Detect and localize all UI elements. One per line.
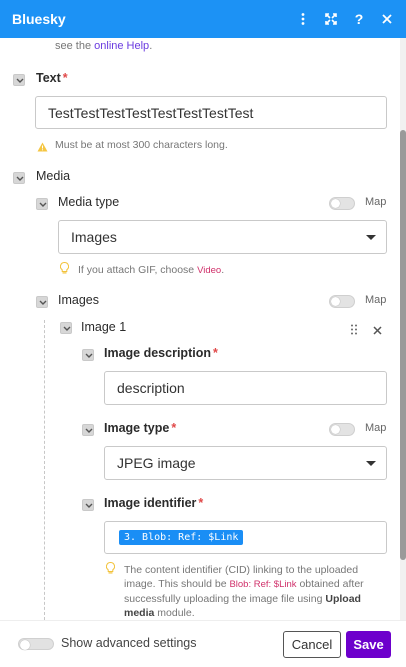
help-prefix: see the bbox=[55, 40, 95, 52]
image-identifier-label: Image identifier * bbox=[104, 496, 203, 510]
title-bar: Bluesky ? bbox=[0, 0, 406, 38]
online-help-link[interactable]: online Help bbox=[94, 40, 149, 52]
images-collapse-toggle[interactable] bbox=[36, 296, 48, 308]
help-text: see the online Help. bbox=[55, 40, 152, 52]
image-identifier-collapse-toggle[interactable] bbox=[82, 499, 94, 511]
image-identifier-label-text: Image identifier bbox=[104, 496, 197, 510]
image-type-collapse-toggle[interactable] bbox=[82, 424, 94, 436]
image-type-value: JPEG image bbox=[117, 455, 196, 471]
image-identifier-note: The content identifier (CID) linking to … bbox=[124, 563, 386, 620]
image-type-label-text: Image type bbox=[104, 421, 170, 435]
images-map-toggle[interactable] bbox=[329, 295, 355, 308]
lightbulb-icon bbox=[59, 261, 70, 279]
media-collapse-toggle[interactable] bbox=[13, 172, 25, 184]
text-input-value: TestTestTestTestTestTestTestTest bbox=[48, 104, 254, 121]
image-identifier-input[interactable]: 3. Blob: Ref: $Link bbox=[104, 521, 387, 554]
image-type-map-toggle[interactable] bbox=[329, 423, 355, 436]
help-suffix: . bbox=[149, 40, 153, 52]
advanced-settings-label: Show advanced settings bbox=[61, 636, 197, 650]
warning-icon bbox=[37, 139, 48, 157]
more-vertical-icon[interactable] bbox=[296, 12, 310, 26]
remove-item-icon[interactable] bbox=[373, 322, 382, 340]
text-input[interactable]: TestTestTestTestTestTestTestTest bbox=[35, 96, 387, 129]
image-1-collapse-toggle[interactable] bbox=[60, 322, 72, 334]
text-warning: Must be at most 300 characters long. bbox=[55, 139, 228, 151]
required-mark: * bbox=[171, 421, 177, 435]
scrollbar-thumb[interactable] bbox=[400, 130, 406, 560]
image-type-select[interactable]: JPEG image bbox=[104, 446, 387, 480]
save-button[interactable]: Save bbox=[346, 631, 391, 658]
image-description-value: description bbox=[117, 380, 185, 396]
media-type-collapse-toggle[interactable] bbox=[36, 198, 48, 210]
advanced-settings-toggle[interactable] bbox=[18, 638, 54, 650]
required-mark: * bbox=[62, 71, 68, 85]
identifier-note-code: Blob: Ref: $Link bbox=[229, 579, 297, 590]
media-type-label: Media type bbox=[58, 195, 120, 209]
chevron-down-icon bbox=[366, 235, 376, 240]
mapped-value-pill[interactable]: 3. Blob: Ref: $Link bbox=[119, 530, 244, 545]
images-label: Images bbox=[58, 293, 99, 307]
identifier-note-part-3: module. bbox=[154, 607, 195, 619]
image-description-label: Image description * bbox=[104, 346, 218, 360]
chevron-down-icon bbox=[366, 461, 376, 466]
cancel-button[interactable]: Cancel bbox=[283, 631, 341, 658]
images-map-label: Map bbox=[365, 294, 387, 306]
help-icon[interactable]: ? bbox=[352, 11, 366, 27]
form-content: see the online Help. Text * TestTestTestT… bbox=[0, 38, 398, 620]
title-bar-icons: ? bbox=[296, 11, 394, 27]
media-type-select[interactable]: Images bbox=[58, 220, 387, 254]
image-type-label: Image type * bbox=[104, 421, 176, 435]
footer: Show advanced settings Cancel Save bbox=[0, 620, 406, 667]
image-description-label-text: Image description bbox=[104, 346, 211, 360]
image-description-collapse-toggle[interactable] bbox=[82, 349, 94, 361]
media-type-note-suffix: . bbox=[221, 264, 225, 276]
close-icon[interactable] bbox=[380, 12, 394, 26]
required-mark: * bbox=[198, 496, 204, 510]
window-title: Bluesky bbox=[12, 11, 66, 27]
media-label: Media bbox=[36, 169, 71, 183]
tree-guide-line bbox=[44, 320, 45, 620]
image-type-map-label: Map bbox=[365, 422, 387, 434]
media-type-note-code: Video bbox=[197, 265, 222, 276]
expand-icon[interactable] bbox=[324, 12, 338, 26]
media-type-map-label: Map bbox=[365, 196, 387, 208]
lightbulb-icon bbox=[105, 561, 116, 579]
media-type-map-toggle[interactable] bbox=[329, 197, 355, 210]
media-type-note: If you attach GIF, choose Video. bbox=[78, 263, 224, 278]
media-type-note-prefix: If you attach GIF, choose bbox=[78, 264, 198, 276]
text-collapse-toggle[interactable] bbox=[13, 74, 25, 86]
drag-handle-icon[interactable] bbox=[350, 322, 358, 340]
text-label-text: Text bbox=[36, 71, 61, 85]
required-mark: * bbox=[212, 346, 218, 360]
image-1-label: Image 1 bbox=[81, 320, 127, 334]
text-label: Text * bbox=[36, 71, 68, 85]
media-type-value: Images bbox=[71, 229, 117, 245]
image-description-input[interactable]: description bbox=[104, 371, 387, 405]
